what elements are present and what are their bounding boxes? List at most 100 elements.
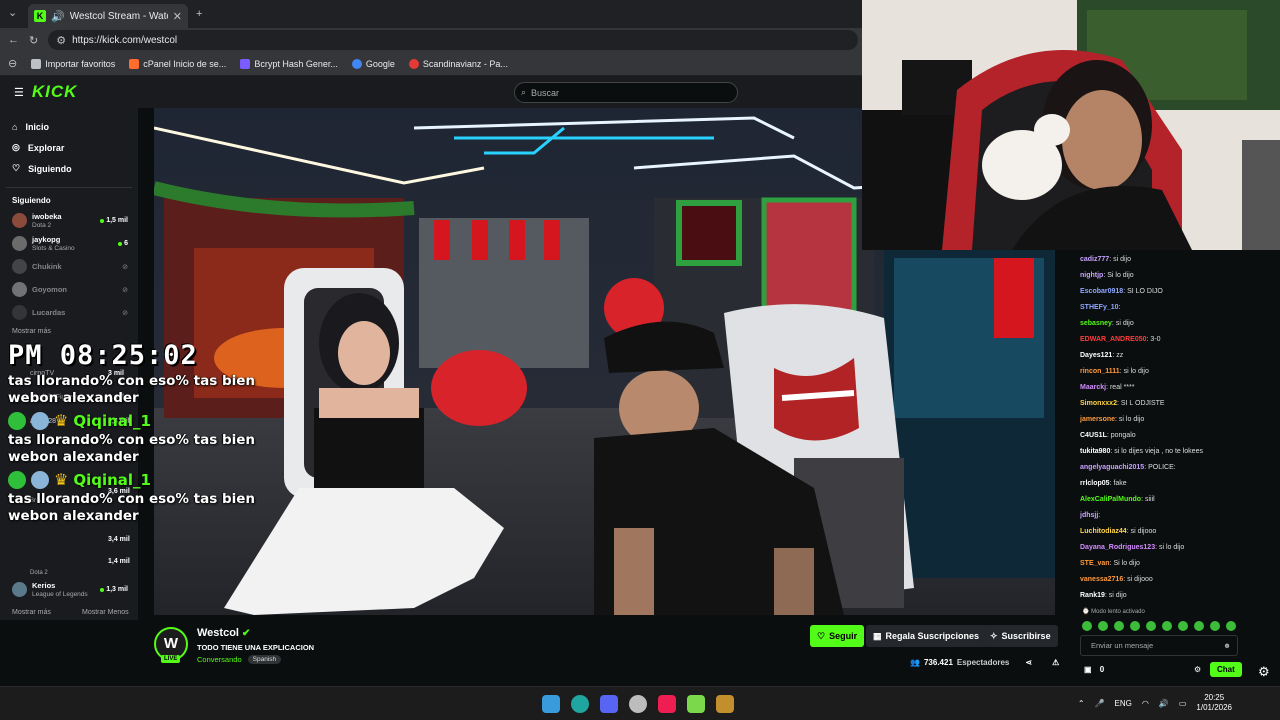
chat-username[interactable]: Dayana_Rodrigues123 — [1080, 544, 1155, 551]
chat-settings-icon[interactable]: ⚙ — [1194, 665, 1201, 674]
chat-username[interactable]: STHEFy_10 — [1080, 304, 1119, 311]
chat-username[interactable]: Escobar0918 — [1080, 288, 1123, 295]
chat-send-button[interactable]: Chat — [1210, 662, 1242, 677]
viewer-number: 736.421 — [923, 658, 953, 667]
channel-game: League of Legends — [32, 590, 88, 598]
discord-icon[interactable] — [600, 695, 618, 713]
bookmark-1[interactable]: cPanel Inicio de se... — [129, 58, 227, 69]
chat-username[interactable]: rincon_1111 — [1080, 368, 1120, 375]
chat-message: STE_van: Si lo dijo — [1080, 556, 1280, 572]
url-field[interactable]: ⚙ https://kick.com/westcol — [48, 30, 858, 50]
language-tag[interactable]: Spanish — [247, 655, 282, 664]
site-info-icon[interactable]: ⚙ — [56, 34, 66, 47]
chat-username[interactable]: rrlclop05 — [1080, 480, 1110, 487]
follow-button[interactable]: ♡ Seguir — [810, 625, 865, 647]
emoji-icon[interactable]: ☻ — [1223, 636, 1231, 655]
bookmarks-menu-icon[interactable]: ⊖ — [8, 57, 17, 70]
chat-username[interactable]: EDWAR_ANDRE050 — [1080, 336, 1147, 343]
emote-icon[interactable] — [1082, 621, 1092, 631]
bookmark-label: cPanel Inicio de se... — [143, 58, 227, 69]
emote-icon[interactable] — [1210, 621, 1220, 631]
channel-points[interactable]: ▣ 0 — [1084, 665, 1104, 674]
bookmark-2[interactable]: Bcrypt Hash Gener... — [240, 58, 338, 69]
chat-input[interactable]: Enviar un mensaje ☻ — [1080, 635, 1238, 656]
close-tab-icon[interactable]: ✕ — [173, 10, 182, 23]
nav-siguiendo[interactable]: ♡ Siguiendo — [0, 158, 138, 179]
bookmark-3[interactable]: Google — [351, 58, 395, 69]
speaker-icon[interactable]: 🔊 — [51, 10, 65, 23]
share-icon[interactable]: ⋖ — [1025, 658, 1032, 667]
following-channel-offline[interactable]: Lucardas ⊘ — [0, 301, 138, 324]
category-link[interactable]: Conversando — [197, 655, 242, 664]
browser-tab[interactable]: K 🔊 Westcol Stream - Watch Live ✕ — [28, 4, 188, 28]
following-channel[interactable]: iwobeka Dota 2 1,5 mil — [0, 209, 138, 232]
reload-icon[interactable]: ↻ — [29, 34, 38, 47]
nav-inicio[interactable]: ⌂ Inicio — [0, 116, 138, 137]
battery-icon[interactable]: ▭ — [1179, 699, 1187, 708]
new-tab-icon[interactable]: + — [196, 8, 202, 20]
gift-subs-button[interactable]: ▦ Regala Suscripciones — [866, 625, 987, 647]
following-channel[interactable]: jaykopg Slots & Casino 6 — [0, 232, 138, 255]
search-input[interactable]: ⌕ Buscar — [514, 82, 738, 103]
chevron-up-icon[interactable]: ⌃ — [1078, 699, 1085, 708]
emote-icon[interactable] — [1194, 621, 1204, 631]
chat-username[interactable]: Simonxxx2 — [1080, 400, 1117, 407]
channel-name[interactable]: Westcol ✔ — [197, 627, 250, 639]
stream-category: Conversando Spanish — [197, 655, 282, 664]
chat-username[interactable]: Luchitodiaz44 — [1080, 528, 1127, 535]
gift-icon: ▦ — [873, 630, 882, 641]
windows-start-icon[interactable] — [542, 695, 560, 713]
chat-username[interactable]: Rank19 — [1080, 592, 1105, 599]
chat-username[interactable]: cadiz777 — [1080, 256, 1109, 263]
chat-username[interactable]: STE_van — [1080, 560, 1110, 567]
app-icon[interactable] — [687, 695, 705, 713]
volume-icon[interactable]: 🔊 — [1159, 699, 1169, 708]
chat-username[interactable]: vanessa2716 — [1080, 576, 1123, 583]
chat-username[interactable]: Maarckj — [1080, 384, 1106, 391]
viewer-count: 6 — [118, 240, 128, 247]
following-channel-offline[interactable]: Chukink ⊘ — [0, 255, 138, 278]
chrome-icon[interactable] — [629, 695, 647, 713]
chat-username[interactable]: Dayes121 — [1080, 352, 1112, 359]
emote-icon[interactable] — [1226, 621, 1236, 631]
viewer-count: 1,5 mil — [100, 217, 128, 224]
settings-icon[interactable]: ⚙ — [1258, 664, 1270, 680]
chat-username[interactable]: C4US1L — [1080, 432, 1107, 439]
bookmark-4[interactable]: Scandinavianz - Pa... — [408, 58, 508, 69]
language-indicator[interactable]: ENG — [1115, 699, 1132, 708]
system-clock[interactable]: 20:25 1/01/2026 — [1196, 693, 1232, 713]
emote-icon[interactable] — [1178, 621, 1188, 631]
chat-username[interactable]: sebasney — [1080, 320, 1112, 327]
edge-icon[interactable] — [571, 695, 589, 713]
menu-icon[interactable]: ☰ — [14, 86, 24, 99]
chat-username[interactable]: AlexCaliPalMundo — [1080, 496, 1141, 503]
avatar — [12, 282, 27, 297]
back-icon[interactable]: ← — [8, 34, 19, 46]
recommended-channel[interactable]: Kerios League of Legends 1,3 mil — [0, 578, 138, 601]
chat-username[interactable]: jamersone — [1080, 416, 1115, 423]
nav-explorar[interactable]: ◎ Explorar — [0, 137, 138, 158]
emote-icon[interactable] — [1146, 621, 1156, 631]
chat-username[interactable]: jdhsjj — [1080, 512, 1098, 519]
show-more-link[interactable]: Mostrar más — [0, 328, 138, 335]
emote-icon[interactable] — [1130, 621, 1140, 631]
report-icon[interactable]: ⚠ — [1052, 658, 1059, 667]
mic-icon[interactable]: 🎤 — [1095, 699, 1105, 708]
tiktok-icon[interactable] — [658, 695, 676, 713]
show-more-button[interactable]: Mostrar más — [12, 609, 51, 616]
tab-list-icon[interactable]: ⌄ — [8, 6, 17, 19]
emote-icon[interactable] — [1114, 621, 1124, 631]
wifi-icon[interactable]: ◠ — [1142, 699, 1149, 708]
emote-icon[interactable] — [1098, 621, 1108, 631]
chat-username[interactable]: nightjp — [1080, 272, 1103, 279]
kick-logo[interactable]: KICK — [32, 82, 78, 102]
subscribe-button[interactable]: ✧ Suscribirse — [983, 625, 1058, 647]
chat-text: si dijo — [1115, 320, 1134, 327]
game-icon[interactable] — [716, 695, 734, 713]
chat-username[interactable]: angelyaguachi2015 — [1080, 464, 1144, 471]
bookmark-0[interactable]: Importar favoritos — [31, 58, 115, 69]
following-channel-offline[interactable]: Goyomon ⊘ — [0, 278, 138, 301]
emote-icon[interactable] — [1162, 621, 1172, 631]
show-less-button[interactable]: Mostrar Menos — [82, 609, 129, 616]
chat-username[interactable]: tukita980 — [1080, 448, 1110, 455]
